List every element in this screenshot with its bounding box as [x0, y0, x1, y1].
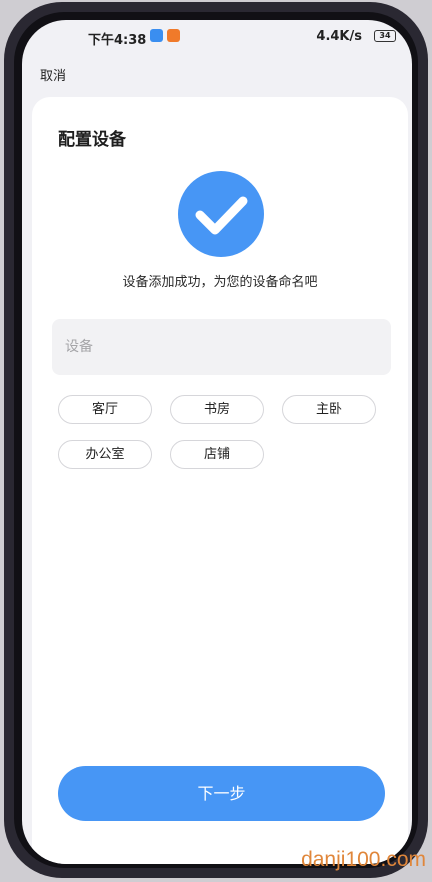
config-card: 配置设备 设备添加成功，为您的设备命名吧 客厅 书房 主卧 办公室 店铺 下一步	[32, 97, 408, 864]
page-title: 配置设备	[58, 130, 126, 150]
network-speed: 4.4K/s	[316, 29, 362, 44]
success-message: 设备添加成功，为您的设备命名吧	[122, 275, 318, 290]
cancel-button[interactable]: 取消	[40, 65, 66, 84]
watermark-text: danji100.com	[301, 848, 426, 871]
next-step-button[interactable]: 下一步	[58, 766, 385, 821]
suggestion-chip-shop[interactable]: 店铺	[170, 440, 264, 469]
video-notification-icon	[167, 29, 180, 42]
suggestion-chip-office[interactable]: 办公室	[58, 440, 152, 469]
status-bar: 下午4:38 4.4K/s 34	[22, 20, 412, 54]
success-check-icon	[178, 171, 264, 257]
network-speed-text: 4.4K/s	[316, 29, 362, 44]
battery-icon: 34	[374, 30, 396, 42]
status-time: 下午4:38	[88, 33, 147, 48]
app-notification-icon	[150, 29, 163, 42]
suggestion-chip-living-room[interactable]: 客厅	[58, 395, 152, 424]
device-name-input[interactable]	[52, 319, 391, 375]
suggestion-chip-study[interactable]: 书房	[170, 395, 264, 424]
app-screen: 下午4:38 4.4K/s 34 取消 配置设备 设备添加成功，为您的设备命名吧…	[22, 20, 412, 864]
suggestion-chip-master-bedroom[interactable]: 主卧	[282, 395, 376, 424]
battery-level: 34	[379, 31, 391, 40]
